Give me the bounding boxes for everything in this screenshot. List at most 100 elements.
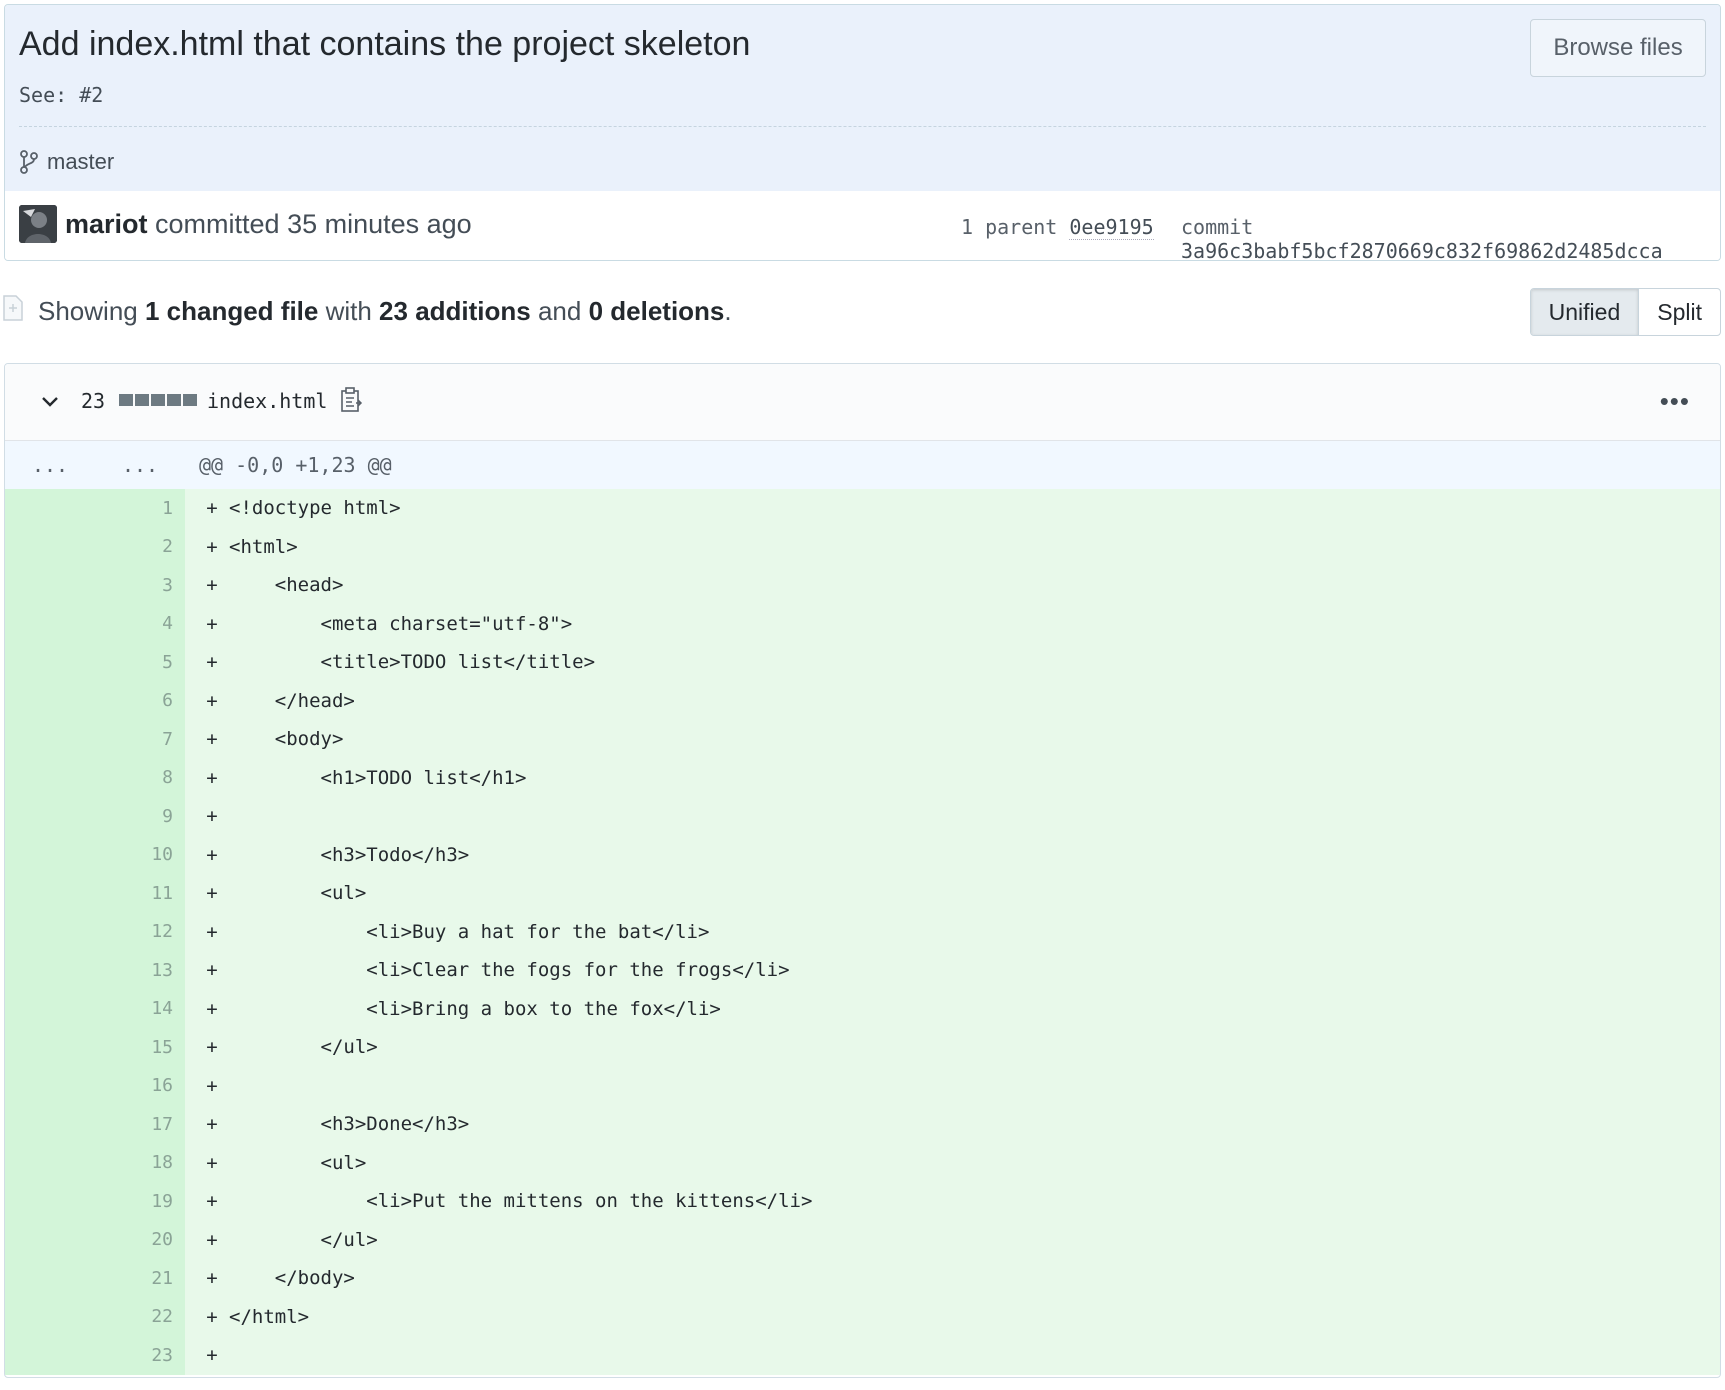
hunk-expand-old[interactable]: ... <box>5 453 95 477</box>
code-text: <meta charset="utf-8"> <box>229 612 573 635</box>
diff-line: 8 + <h1>TODO list</h1> <box>5 758 1720 797</box>
avatar[interactable] <box>19 205 57 243</box>
summary-additions: 23 additions <box>379 296 531 326</box>
chevron-down-icon[interactable] <box>39 390 61 412</box>
addition-marker: + <box>206 1267 218 1290</box>
new-line-number[interactable]: 3 <box>95 566 185 605</box>
new-line-number[interactable]: 22 <box>95 1297 185 1336</box>
old-line-number[interactable] <box>5 720 95 759</box>
old-line-number[interactable] <box>5 797 95 836</box>
clipboard-icon[interactable] <box>339 386 363 414</box>
old-line-number[interactable] <box>5 1143 95 1182</box>
old-line-number[interactable] <box>5 912 95 951</box>
new-line-number[interactable]: 10 <box>95 835 185 874</box>
code-text: <li>Buy a hat for the bat</li> <box>229 920 710 943</box>
file-actions-menu[interactable]: ••• <box>1660 386 1690 417</box>
code-text: </html> <box>229 1305 310 1328</box>
new-line-number[interactable]: 9 <box>95 797 185 836</box>
old-line-number[interactable] <box>5 951 95 990</box>
new-line-number[interactable]: 21 <box>95 1259 185 1298</box>
diff-line: 12 + <li>Buy a hat for the bat</li> <box>5 912 1720 951</box>
new-line-number[interactable]: 8 <box>95 758 185 797</box>
author-name[interactable]: mariot <box>65 209 148 239</box>
new-line-number[interactable]: 11 <box>95 874 185 913</box>
addition-marker: + <box>206 1036 218 1059</box>
branch-name[interactable]: master <box>47 149 114 175</box>
toc-bar: Showing 1 changed file with 23 additions… <box>0 282 1725 342</box>
hunk-expand-new[interactable]: ... <box>95 453 185 477</box>
addition-marker: + <box>206 1190 218 1213</box>
old-line-number[interactable] <box>5 604 95 643</box>
old-line-number[interactable] <box>5 1066 95 1105</box>
branch-indicator: master <box>19 149 114 175</box>
old-line-number[interactable] <box>5 527 95 566</box>
commit-description: See: #2 <box>19 83 104 107</box>
new-line-number[interactable]: 14 <box>95 989 185 1028</box>
file-header: 23 index.html ••• <box>5 364 1720 441</box>
old-line-number[interactable] <box>5 1182 95 1221</box>
diff-line: 16 + <box>5 1066 1720 1105</box>
new-line-number[interactable]: 1 <box>95 489 185 528</box>
new-line-number[interactable]: 12 <box>95 912 185 951</box>
code-cell: + <html> <box>185 527 1720 566</box>
code-cell: + <!doctype html> <box>185 489 1720 528</box>
new-line-number[interactable]: 16 <box>95 1066 185 1105</box>
code-cell: + </body> <box>185 1259 1720 1298</box>
new-line-number[interactable]: 23 <box>95 1336 185 1375</box>
code-text: </ul> <box>229 1036 378 1059</box>
summary-deletions: 0 deletions <box>588 296 725 326</box>
old-line-number[interactable] <box>5 758 95 797</box>
code-text: </body> <box>229 1267 355 1290</box>
new-line-number[interactable]: 6 <box>95 681 185 720</box>
code-cell: + </head> <box>185 681 1720 720</box>
addition-marker: + <box>206 728 218 751</box>
addition-marker: + <box>206 1113 218 1136</box>
split-view-button[interactable]: Split <box>1639 289 1720 335</box>
browse-files-button[interactable]: Browse files <box>1530 19 1706 77</box>
code-cell: + <meta charset="utf-8"> <box>185 604 1720 643</box>
new-line-number[interactable]: 20 <box>95 1220 185 1259</box>
old-line-number[interactable] <box>5 1105 95 1144</box>
new-line-number[interactable]: 5 <box>95 643 185 682</box>
diff-line: 15 + </ul> <box>5 1028 1720 1067</box>
old-line-number[interactable] <box>5 835 95 874</box>
diff-line: 14 + <li>Bring a box to the fox</li> <box>5 989 1720 1028</box>
old-line-number[interactable] <box>5 643 95 682</box>
parent-info: 1 parent 0ee9195 <box>961 215 1154 240</box>
new-line-number[interactable]: 7 <box>95 720 185 759</box>
parent-sha-link[interactable]: 0ee9195 <box>1069 215 1154 240</box>
old-line-number[interactable] <box>5 1220 95 1259</box>
old-line-number[interactable] <box>5 681 95 720</box>
code-cell: + <h1>TODO list</h1> <box>185 758 1720 797</box>
old-line-number[interactable] <box>5 989 95 1028</box>
diff-line: 13 + <li>Clear the fogs for the frogs</li… <box>5 951 1720 990</box>
old-line-number[interactable] <box>5 874 95 913</box>
old-line-number[interactable] <box>5 1259 95 1298</box>
unified-view-button[interactable]: Unified <box>1530 289 1640 335</box>
file-diff-icon[interactable] <box>2 294 24 322</box>
summary-showing: Showing <box>38 296 145 326</box>
old-line-number[interactable] <box>5 489 95 528</box>
diff-line: 9 + <box>5 797 1720 836</box>
diff-line: 6 + </head> <box>5 681 1720 720</box>
file-diff: 23 index.html ••• ... ... @@ -0,0 +1,23 … <box>4 363 1721 1378</box>
diff-line: 5 + <title>TODO list</title> <box>5 643 1720 682</box>
old-line-number[interactable] <box>5 1336 95 1375</box>
new-line-number[interactable]: 18 <box>95 1143 185 1182</box>
old-line-number[interactable] <box>5 1297 95 1336</box>
summary-changed-files[interactable]: 1 changed file <box>145 296 318 326</box>
new-line-number[interactable]: 13 <box>95 951 185 990</box>
old-line-number[interactable] <box>5 1028 95 1067</box>
addition-marker: + <box>206 535 218 558</box>
file-name-link[interactable]: index.html <box>207 389 327 413</box>
diff-line: 3 + <head> <box>5 566 1720 605</box>
new-line-number[interactable]: 15 <box>95 1028 185 1067</box>
old-line-number[interactable] <box>5 566 95 605</box>
new-line-number[interactable]: 4 <box>95 604 185 643</box>
addition-marker: + <box>206 997 218 1020</box>
new-line-number[interactable]: 2 <box>95 527 185 566</box>
new-line-number[interactable]: 19 <box>95 1182 185 1221</box>
diffstat-blocks <box>119 394 197 406</box>
new-line-number[interactable]: 17 <box>95 1105 185 1144</box>
code-text: <head> <box>229 574 344 597</box>
